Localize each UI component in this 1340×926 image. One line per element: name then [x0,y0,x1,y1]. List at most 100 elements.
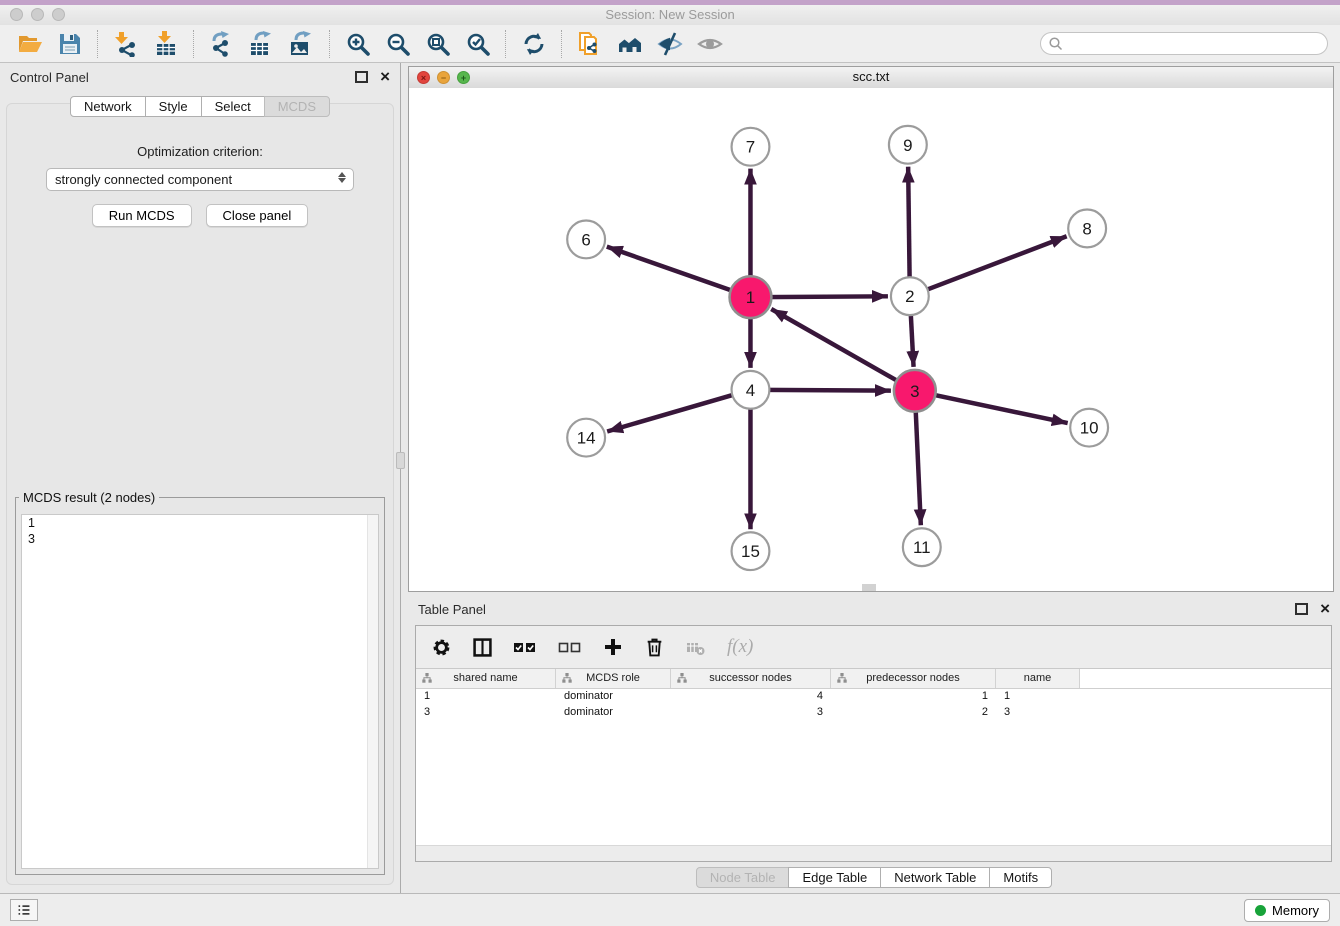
close-panel-button[interactable]: Close panel [206,204,309,227]
show-columns-button[interactable] [471,636,493,658]
frame-maximize-button[interactable]: + [457,71,470,84]
result-item[interactable]: 1 [22,515,378,531]
memory-button[interactable]: Memory [1244,899,1330,922]
home-layout-button[interactable] [615,29,645,59]
tab-network[interactable]: Network [70,96,146,117]
search-input[interactable] [1063,34,1327,54]
graph-edge-2-8[interactable] [910,236,1067,296]
table-scrollbar-track[interactable] [416,845,1331,861]
export-image-button[interactable] [287,29,317,59]
tab-style[interactable]: Style [145,96,202,117]
network-graph-svg: 7 9 6 8 1 2 4 3 14 10 15 11 [409,88,1333,591]
create-column-button[interactable] [602,636,624,658]
search-icon [1048,36,1063,51]
float-table-panel-icon[interactable] [1295,603,1308,615]
import-table-button[interactable] [151,29,181,59]
menu-list-button[interactable] [10,899,38,921]
table-cell[interactable]: 1 [416,689,556,705]
graph-node-7[interactable]: 7 [732,128,770,166]
column-header-successor-nodes[interactable]: successor nodes [671,669,831,688]
table-cell[interactable]: 3 [996,705,1080,721]
table-cell[interactable]: 2 [831,705,996,721]
tab-node-table[interactable]: Node Table [696,867,790,888]
graph-node-3[interactable]: 3 [894,370,936,412]
column-header-MCDS-role[interactable]: MCDS role [556,669,671,688]
zoom-out-button[interactable] [383,29,413,59]
svg-text:10: 10 [1080,419,1099,438]
zoom-window-button[interactable] [52,8,65,21]
zoom-in-button[interactable] [343,29,373,59]
graph-node-14[interactable]: 14 [567,419,605,457]
graph-node-15[interactable]: 15 [732,532,770,570]
table-cell[interactable]: 3 [671,705,831,721]
zoom-selected-button[interactable] [463,29,493,59]
vertical-resize-handle[interactable] [862,584,876,591]
select-all-columns-button[interactable] [512,636,538,658]
column-header-predecessor-nodes[interactable]: predecessor nodes [831,669,996,688]
table-cell[interactable]: dominator [556,705,671,721]
tab-select[interactable]: Select [201,96,265,117]
graph-edge-4-14[interactable] [607,390,750,432]
minimize-window-button[interactable] [31,8,44,21]
result-scrollbar-track[interactable] [367,515,378,868]
function-builder-label[interactable]: f(x) [727,636,753,658]
graph-node-11[interactable]: 11 [903,528,941,566]
tab-network-table[interactable]: Network Table [880,867,990,888]
tab-mcds[interactable]: MCDS [264,96,330,117]
result-item[interactable]: 3 [22,531,378,547]
tab-motifs[interactable]: Motifs [989,867,1052,888]
search-box[interactable] [1040,32,1328,55]
export-table-button[interactable] [247,29,277,59]
export-network-button[interactable] [207,29,237,59]
criterion-select[interactable]: strongly connected component [46,168,354,191]
float-panel-icon[interactable] [355,71,368,83]
delete-column-button[interactable] [643,636,665,658]
close-panel-icon[interactable]: × [380,70,390,84]
plus-icon [604,638,622,656]
svg-text:8: 8 [1082,219,1091,238]
close-table-panel-icon[interactable]: × [1320,602,1330,616]
table-cell[interactable]: 1 [831,689,996,705]
graph-node-8[interactable]: 8 [1068,210,1106,248]
frame-minimize-button[interactable]: − [437,71,450,84]
table-cell[interactable]: 4 [671,689,831,705]
graph-edge-3-1[interactable] [771,309,915,391]
duplicate-network-button[interactable] [575,29,605,59]
close-window-button[interactable] [10,8,23,21]
zoom-fit-button[interactable] [423,29,453,59]
graph-edge-3-10[interactable] [915,391,1068,423]
table-row[interactable]: 1dominator411 [416,689,1331,705]
unselect-all-columns-button[interactable] [557,636,583,658]
hide-selected-button[interactable] [655,29,685,59]
network-canvas[interactable]: 7 9 6 8 1 2 4 3 14 10 15 11 [409,88,1333,591]
column-header-name[interactable]: name [996,669,1080,688]
graph-node-9[interactable]: 9 [889,126,927,164]
table-cell[interactable]: 1 [996,689,1080,705]
graph-edge-4-3[interactable] [750,390,890,391]
table-row[interactable]: 3dominator323 [416,705,1331,721]
show-all-button[interactable] [695,29,725,59]
open-file-button[interactable] [15,29,45,59]
table-cell[interactable]: dominator [556,689,671,705]
run-mcds-button[interactable]: Run MCDS [92,204,192,227]
table-cell[interactable]: 3 [416,705,556,721]
save-session-button[interactable] [55,29,85,59]
refresh-layout-button[interactable] [519,29,549,59]
import-network-button[interactable] [111,29,141,59]
graph-edge-1-6[interactable] [607,247,751,298]
graph-node-10[interactable]: 10 [1070,409,1108,447]
graph-node-1[interactable]: 1 [730,276,772,318]
zoom-fit-icon [425,31,451,57]
criterion-value: strongly connected component [55,172,232,187]
graph-node-2[interactable]: 2 [891,277,929,315]
graph-node-6[interactable]: 6 [567,220,605,258]
table-settings-button[interactable] [430,636,452,658]
panel-resize-handle[interactable] [396,452,405,469]
frame-close-button[interactable]: × [417,71,430,84]
check-all-icon [513,639,537,655]
graph-node-4[interactable]: 4 [732,371,770,409]
tab-edge-table[interactable]: Edge Table [788,867,881,888]
destroy-table-button[interactable] [684,636,706,658]
optimization-criterion-label: Optimization criterion: [7,144,393,159]
column-header-shared-name[interactable]: shared name [416,669,556,688]
